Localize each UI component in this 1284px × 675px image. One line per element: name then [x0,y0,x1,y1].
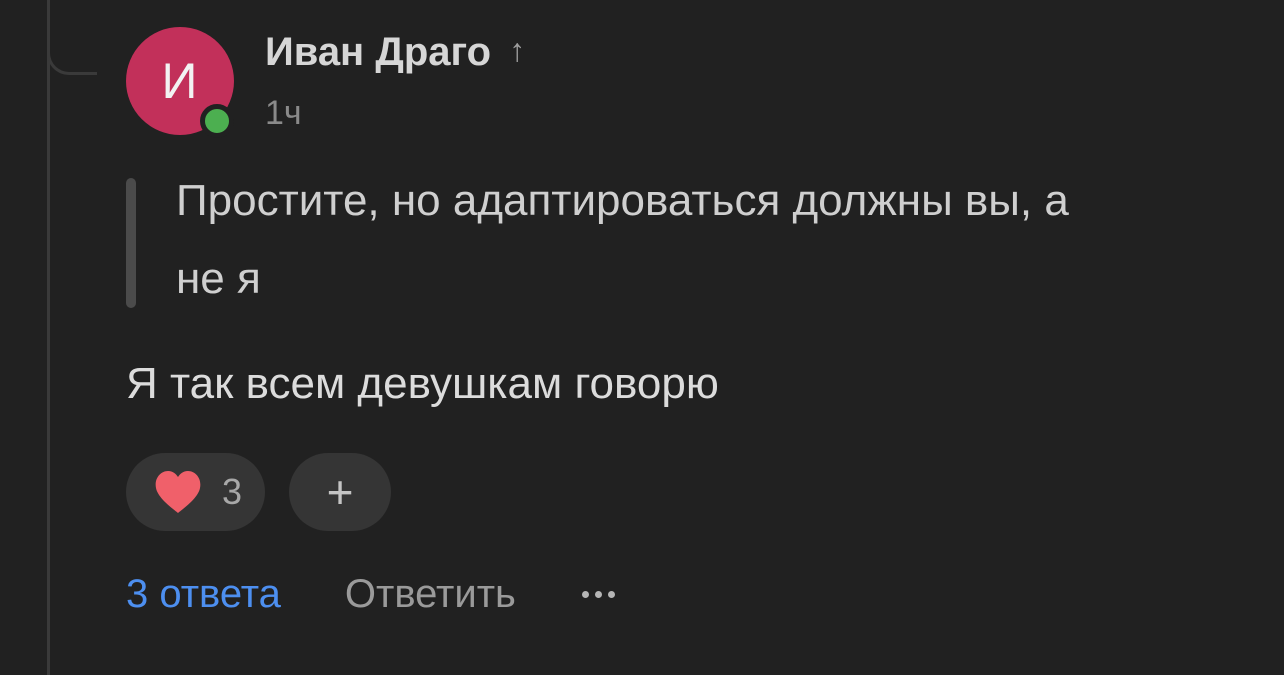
quote-text: Простите, но адаптироваться должны вы, а… [176,176,1069,303]
online-status-indicator [200,104,234,138]
replies-link[interactable]: 3 ответа [126,572,281,617]
plus-icon: + [326,466,354,518]
thread-line [47,0,50,675]
avatar-letter: И [161,53,199,109]
quote-bar [126,178,136,308]
heart-icon [155,471,201,513]
comment-text: Я так всем девушкам говорю [126,359,719,408]
comment-actions: 3 ответа Ответить [126,572,615,617]
ellipsis-icon[interactable] [581,575,615,615]
reply-button[interactable]: Ответить [345,572,516,617]
author-row: Иван Драго ↑ [265,30,525,75]
add-reaction-button[interactable]: + [289,453,391,531]
arrow-up-icon: ↑ [509,32,526,68]
heart-reaction-button[interactable]: 3 [126,453,265,531]
reaction-count: 3 [222,471,243,512]
author-name[interactable]: Иван Драго [265,30,491,75]
thread-connector [47,0,97,75]
timestamp: 1ч [265,94,302,132]
